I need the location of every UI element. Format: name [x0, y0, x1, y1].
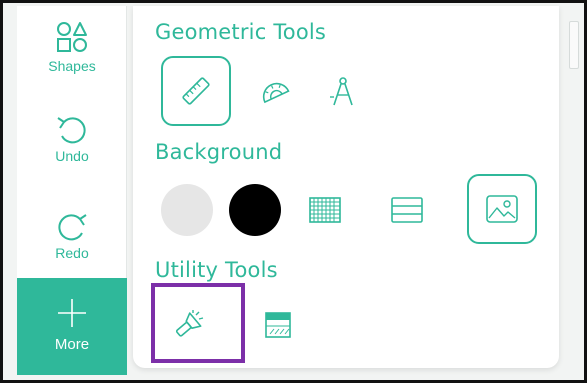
left-toolbar: Shapes Undo Redo More — [17, 6, 127, 375]
app-frame: Shapes Undo Redo More Geometric Tools Ba… — [0, 0, 587, 383]
redo-icon — [58, 214, 87, 241]
protractor-option[interactable] — [251, 68, 299, 116]
compass-icon — [330, 77, 353, 106]
black-background-option[interactable] — [229, 184, 281, 236]
protractor-icon — [262, 82, 290, 104]
ruler-option[interactable] — [161, 56, 231, 126]
undo-icon — [57, 117, 86, 144]
more-button[interactable]: More — [17, 278, 127, 375]
shapes-button[interactable]: Shapes — [17, 20, 127, 74]
image-icon — [486, 195, 518, 223]
plus-icon — [58, 299, 86, 327]
redo-button[interactable]: Redo — [17, 211, 127, 261]
lined-background-option[interactable] — [387, 190, 427, 230]
utility-tools-title: Utility Tools — [155, 258, 278, 282]
tutorial-highlight-box — [151, 283, 245, 363]
shapes-label: Shapes — [48, 58, 96, 74]
screen-shade-icon — [265, 312, 291, 338]
screen-shade-option[interactable] — [255, 302, 301, 348]
ruler-icon — [182, 77, 210, 105]
redo-label: Redo — [55, 245, 89, 261]
scrollbar[interactable] — [569, 21, 579, 69]
shapes-icon — [57, 22, 87, 52]
image-background-option[interactable] — [467, 174, 537, 244]
compass-option[interactable] — [319, 68, 367, 116]
lines-icon — [391, 197, 423, 223]
grid-background-option[interactable] — [305, 190, 345, 230]
more-label: More — [54, 336, 90, 353]
undo-button[interactable]: Undo — [17, 114, 127, 164]
light-gray-background-option[interactable] — [161, 184, 213, 236]
geometric-tools-title: Geometric Tools — [155, 20, 327, 44]
background-title: Background — [155, 140, 283, 164]
grid-icon — [309, 197, 341, 223]
undo-label: Undo — [55, 148, 89, 164]
